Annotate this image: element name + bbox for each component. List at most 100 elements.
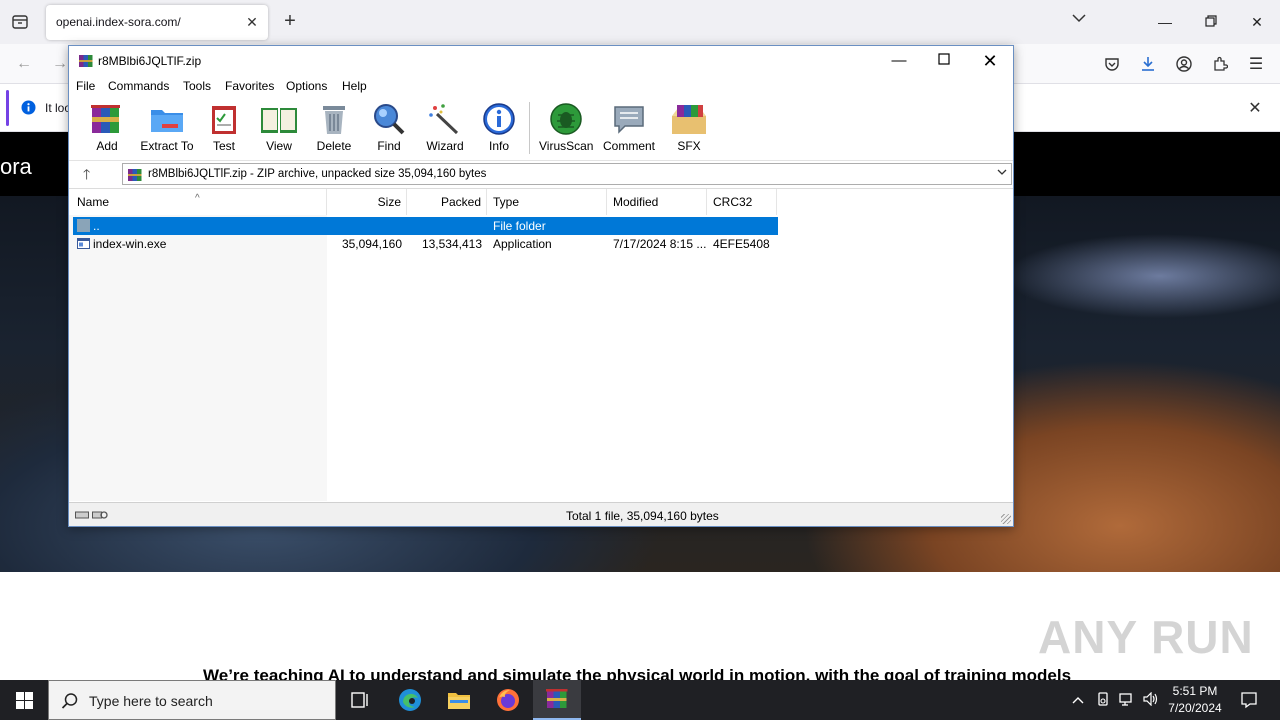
wizard-button[interactable]: Wizard bbox=[424, 102, 466, 156]
search-icon bbox=[61, 692, 79, 710]
tab-close-icon[interactable]: ✕ bbox=[244, 14, 260, 30]
browser-close-icon[interactable]: ✕ bbox=[1247, 12, 1267, 32]
column-packed-header[interactable]: Packed bbox=[407, 189, 487, 215]
menu-file[interactable]: File bbox=[76, 79, 95, 93]
magic-wand-icon bbox=[429, 104, 459, 135]
column-modified-header[interactable]: Modified bbox=[607, 189, 707, 215]
info-button[interactable]: Info bbox=[481, 102, 517, 156]
sfx-button[interactable]: SFX bbox=[667, 102, 711, 156]
exe-file-icon bbox=[77, 237, 90, 250]
table-row[interactable]: index-win.exe 35,094,160 13,534,413 Appl… bbox=[73, 235, 778, 253]
address-dropdown-icon[interactable] bbox=[997, 168, 1007, 179]
column-name-header[interactable]: Name ^ bbox=[69, 189, 327, 215]
add-archive-icon bbox=[91, 105, 120, 133]
clock-date: 7/20/2024 bbox=[1168, 701, 1222, 715]
archive-icon bbox=[127, 167, 143, 183]
notification-close-icon[interactable]: ✕ bbox=[1246, 98, 1264, 117]
site-logo[interactable]: ora bbox=[0, 154, 32, 180]
drive-icon bbox=[75, 509, 89, 521]
menu-commands[interactable]: Commands bbox=[108, 79, 169, 93]
winrar-maximize-icon[interactable] bbox=[934, 51, 954, 71]
find-button[interactable]: Find bbox=[371, 102, 407, 156]
menu-favorites[interactable]: Favorites bbox=[225, 79, 274, 93]
resize-grip[interactable] bbox=[1001, 514, 1011, 524]
back-icon[interactable]: ← bbox=[14, 54, 34, 74]
view-button[interactable]: View bbox=[257, 102, 301, 156]
browser-tab[interactable]: openai.index-sora.com/ ✕ bbox=[46, 5, 268, 40]
pocket-icon[interactable] bbox=[1102, 54, 1122, 74]
task-view-icon[interactable] bbox=[336, 680, 384, 720]
firefox-icon[interactable] bbox=[484, 680, 532, 720]
test-button[interactable]: Test bbox=[206, 102, 242, 156]
address-combobox[interactable]: r8MBlbi6JQLTlF.zip - ZIP archive, unpack… bbox=[122, 163, 1012, 185]
downloads-icon[interactable] bbox=[1138, 54, 1158, 74]
winrar-window: r8MBlbi6JQLTlF.zip — ✕ File Commands Too… bbox=[68, 45, 1014, 527]
info-circle-icon bbox=[483, 103, 515, 135]
key-icon[interactable] bbox=[92, 509, 108, 521]
browser-minimize-icon[interactable]: — bbox=[1155, 12, 1175, 32]
clock-time: 5:51 PM bbox=[1172, 684, 1218, 698]
menu-options[interactable]: Options bbox=[286, 79, 327, 93]
notifications-icon[interactable] bbox=[1240, 691, 1258, 709]
winrar-close-icon[interactable]: ✕ bbox=[980, 51, 1000, 71]
anyrun-watermark: ANY RUN bbox=[1038, 611, 1254, 663]
winrar-statusbar: Total 1 file, 35,094,160 bytes bbox=[69, 502, 1013, 526]
magnifier-icon bbox=[374, 104, 405, 135]
tray-chevron-icon[interactable] bbox=[1070, 692, 1086, 708]
account-icon[interactable] bbox=[1174, 54, 1194, 74]
status-text: Total 1 file, 35,094,160 bytes bbox=[566, 509, 719, 523]
name-column-shade bbox=[69, 215, 327, 501]
table-row[interactable]: .. File folder bbox=[73, 217, 778, 235]
add-button[interactable]: Add bbox=[87, 102, 127, 156]
comment-icon bbox=[614, 106, 644, 134]
toolbar-separator bbox=[529, 102, 530, 154]
address-text: r8MBlbi6JQLTlF.zip - ZIP archive, unpack… bbox=[148, 168, 487, 180]
comment-button[interactable]: Comment bbox=[601, 102, 657, 156]
up-folder-icon[interactable]: 🡑 bbox=[83, 166, 99, 182]
sort-ascending-icon: ^ bbox=[195, 193, 200, 204]
tab-list-icon[interactable] bbox=[8, 11, 32, 33]
winrar-toolbar: Add Extract To Test View Delete Find Wiz… bbox=[69, 96, 1013, 158]
new-tab-icon[interactable]: + bbox=[280, 11, 300, 31]
test-clipboard-icon bbox=[212, 106, 236, 134]
menu-icon[interactable]: ☰ bbox=[1246, 54, 1266, 74]
taskbar-search-box[interactable]: Type here to search bbox=[48, 680, 336, 720]
tray-device-icon[interactable] bbox=[1095, 692, 1111, 708]
extract-to-button[interactable]: Extract To bbox=[140, 102, 194, 156]
virusscan-button[interactable]: VirusScan bbox=[539, 102, 593, 156]
winrar-minimize-icon[interactable]: — bbox=[889, 51, 909, 71]
winrar-titlebar[interactable]: r8MBlbi6JQLTlF.zip — ✕ bbox=[69, 46, 1013, 76]
virus-scan-icon bbox=[550, 103, 582, 135]
parent-folder-icon bbox=[77, 219, 90, 232]
winrar-app-icon bbox=[78, 53, 94, 69]
taskbar-clock[interactable]: 5:51 PM 7/20/2024 bbox=[1162, 683, 1228, 717]
folder-icon bbox=[151, 110, 183, 132]
column-crc32-header[interactable]: CRC32 bbox=[707, 189, 777, 215]
search-placeholder: Type here to search bbox=[89, 693, 213, 709]
notification-accent bbox=[6, 90, 9, 126]
browser-restore-icon[interactable] bbox=[1201, 12, 1221, 32]
tab-overflow-chevron-icon[interactable] bbox=[1072, 12, 1092, 32]
volume-icon[interactable] bbox=[1143, 691, 1159, 708]
column-type-header[interactable]: Type bbox=[487, 189, 607, 215]
forward-icon[interactable]: → bbox=[50, 54, 70, 74]
winrar-address-bar: 🡑 r8MBlbi6JQLTlF.zip - ZIP archive, unpa… bbox=[69, 160, 1013, 186]
extensions-icon[interactable] bbox=[1210, 54, 1230, 74]
column-size-header[interactable]: Size bbox=[327, 189, 407, 215]
winrar-taskbar-icon[interactable] bbox=[533, 680, 581, 720]
windows-start-icon[interactable] bbox=[0, 680, 48, 720]
menu-tools[interactable]: Tools bbox=[183, 79, 211, 93]
tab-title: openai.index-sora.com/ bbox=[56, 15, 181, 29]
info-icon bbox=[21, 100, 36, 118]
file-explorer-icon[interactable] bbox=[435, 680, 483, 720]
network-icon[interactable] bbox=[1119, 692, 1135, 708]
trash-icon bbox=[323, 106, 345, 134]
desktop-screen: openai.index-sora.com/ ✕ + — ✕ ← → ☰ It … bbox=[0, 0, 1280, 720]
edge-browser-icon[interactable] bbox=[386, 680, 434, 720]
book-icon bbox=[261, 108, 297, 133]
menu-help[interactable]: Help bbox=[342, 79, 367, 93]
delete-button[interactable]: Delete bbox=[315, 102, 353, 156]
winrar-title: r8MBlbi6JQLTlF.zip bbox=[98, 54, 202, 68]
browser-tabstrip: openai.index-sora.com/ ✕ + — ✕ bbox=[0, 0, 1280, 44]
winrar-menubar: File Commands Tools Favorites Options He… bbox=[69, 76, 1013, 96]
